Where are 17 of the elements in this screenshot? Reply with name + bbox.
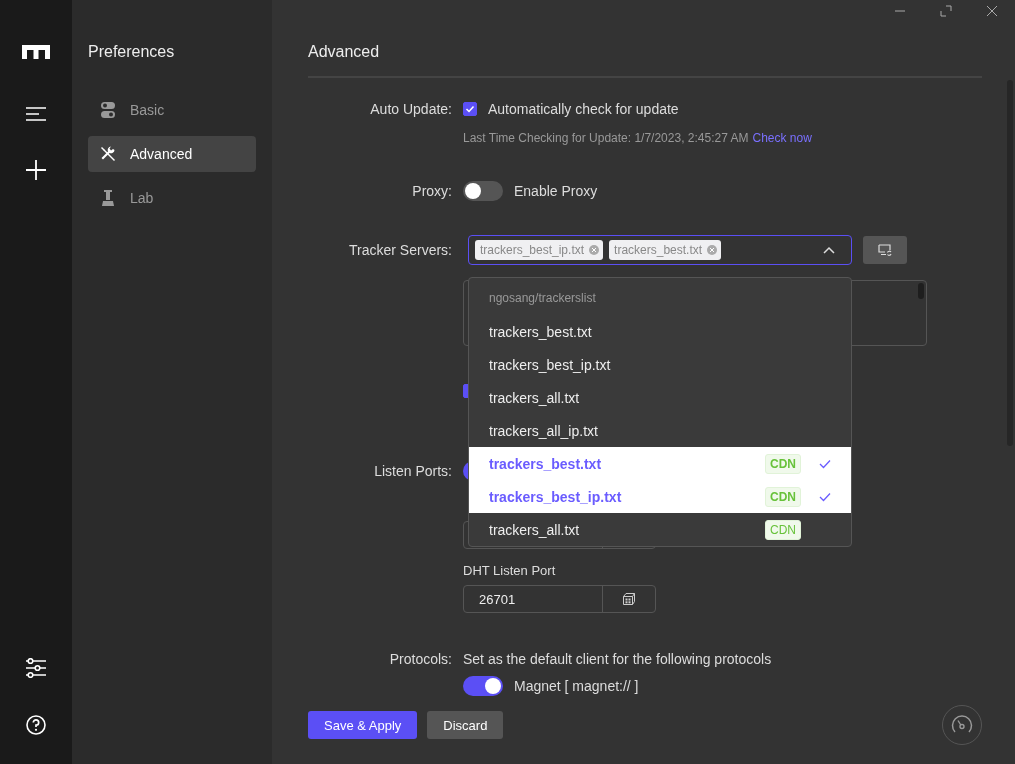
field-label: Auto Update: xyxy=(369,101,452,117)
cdn-tag: CDN xyxy=(765,453,801,474)
field-label: Tracker Servers: xyxy=(348,242,452,258)
field-label: Protocols: xyxy=(388,651,452,667)
cdn-tag: CDN xyxy=(765,486,801,507)
last-check-text: Last Time Checking for Update: 1/7/2023, 2:45:27 AM xyxy=(463,131,749,145)
field-label: DHT Listen Port xyxy=(463,562,556,578)
group-label: ngosang/trackerslist xyxy=(488,290,597,307)
toggle-label: Enable Proxy xyxy=(514,183,598,199)
field-label: Listen Ports: xyxy=(373,463,452,479)
sidebar-title: Preferences xyxy=(88,43,176,61)
checkbox-label: Automatically check for update xyxy=(488,101,679,117)
field-label: Proxy: xyxy=(411,183,452,199)
cdn-tag: CDN xyxy=(765,519,801,540)
protocols-description: Set as the default client for the following protocols xyxy=(463,651,772,667)
toggle-label: Magnet [ magnet:// ] xyxy=(514,678,639,694)
page-title: Advanced xyxy=(308,43,380,61)
